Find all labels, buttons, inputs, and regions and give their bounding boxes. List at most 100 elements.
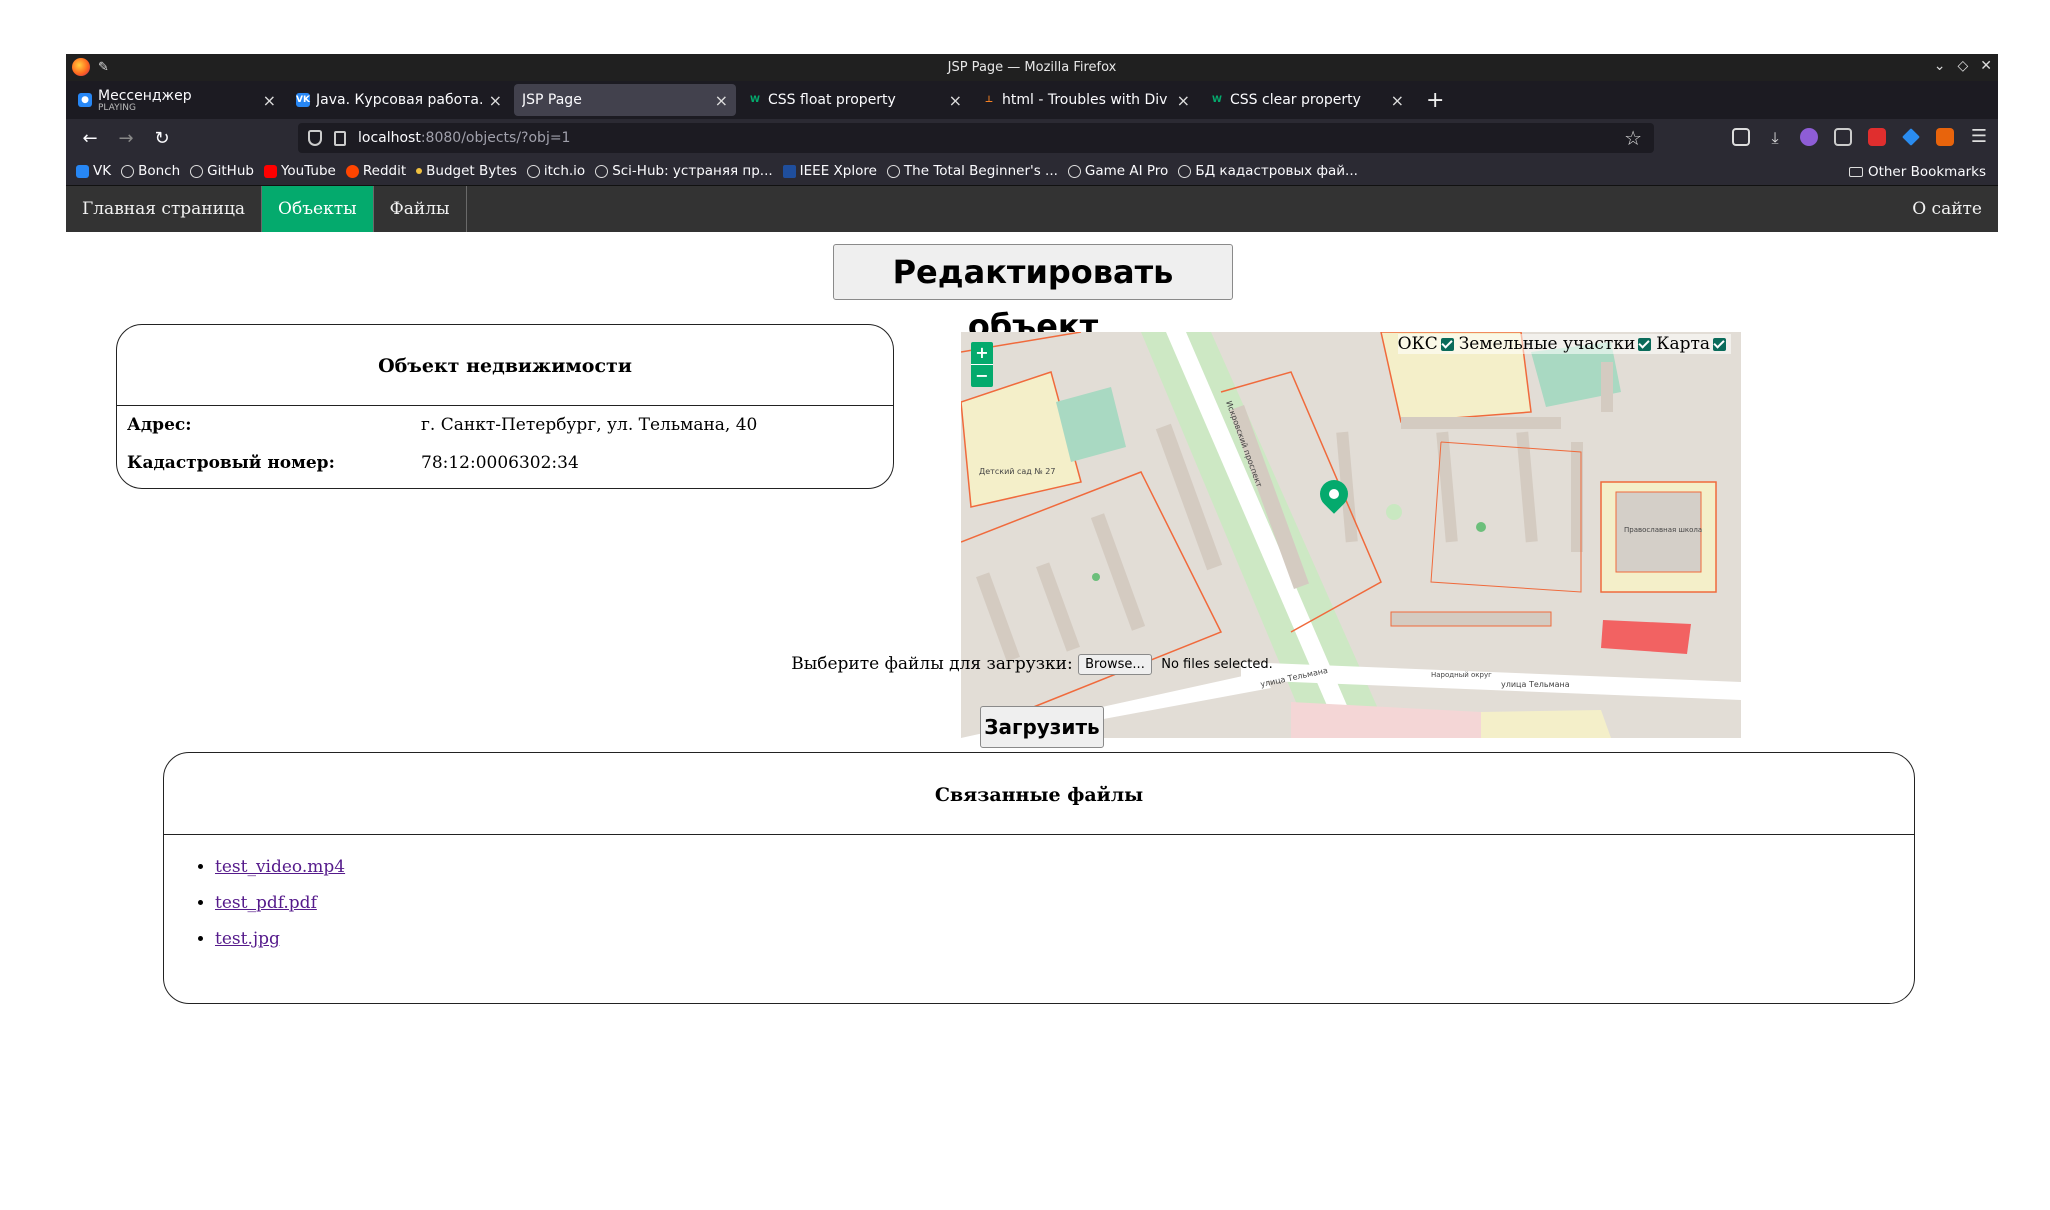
- layer-map-checkbox[interactable]: [1713, 337, 1726, 351]
- maximize-button[interactable]: ◇: [1957, 58, 1968, 74]
- back-button[interactable]: ←: [72, 128, 108, 149]
- nav-home[interactable]: Главная страница: [66, 186, 263, 232]
- nav-objects[interactable]: Объекты: [262, 186, 374, 232]
- bookmark-label: itch.io: [543, 163, 586, 179]
- globe-icon: [121, 164, 135, 178]
- layer-map-label: Карта: [1656, 334, 1710, 354]
- navigation-bar: ← → ↻ localhost:8080/objects/?obj=1 ☆ ⤓ …: [66, 119, 1998, 157]
- browse-button[interactable]: Browse...: [1078, 654, 1152, 675]
- bookmark-github[interactable]: GitHub: [190, 163, 254, 179]
- tab-playing-label: PLAYING: [98, 102, 136, 113]
- object-heading: Объект недвижимости: [117, 325, 893, 406]
- tab-jsp-page[interactable]: JSP Page ×: [514, 84, 736, 116]
- page-info-icon[interactable]: [334, 130, 346, 146]
- new-tab-button[interactable]: +: [1426, 88, 1444, 113]
- map-zoom-out-button[interactable]: −: [971, 365, 993, 387]
- object-row-cadastral: Кадастровый номер: 78:12:0006302:34: [117, 444, 893, 482]
- bookmark-label: IEEE Xplore: [799, 163, 877, 179]
- layer-land-checkbox[interactable]: [1638, 337, 1652, 351]
- map-label-street-2: улица Тельмана: [1501, 680, 1570, 689]
- bookmark-label: Game AI Pro: [1084, 163, 1169, 179]
- tab-close-icon[interactable]: ×: [489, 91, 502, 110]
- reload-button[interactable]: ↻: [144, 128, 180, 149]
- tab-messenger[interactable]: ● Мессенджер PLAYING ×: [70, 84, 284, 116]
- tab-label: html - Troubles with Div afte: [1002, 92, 1171, 108]
- bookmark-bonch[interactable]: Bonch: [121, 163, 180, 179]
- bookmark-cadastre-db[interactable]: БД кадастровых фай...: [1178, 163, 1358, 179]
- file-link[interactable]: test_video.mp4: [215, 857, 345, 877]
- pocket-icon[interactable]: [1732, 128, 1750, 146]
- globe-icon: [886, 164, 900, 178]
- layer-oks-checkbox[interactable]: [1440, 337, 1454, 351]
- github-icon: [190, 164, 204, 178]
- layer-land-label: Земельные участки: [1458, 334, 1636, 354]
- nav-files[interactable]: Файлы: [374, 186, 467, 232]
- map-zoom-control: + −: [971, 342, 993, 387]
- url-host: localhost: [358, 130, 421, 146]
- bookmark-budget-bytes[interactable]: Budget Bytes: [416, 163, 517, 179]
- file-link[interactable]: test_pdf.pdf: [215, 893, 317, 913]
- forward-button[interactable]: →: [108, 128, 144, 149]
- cadastral-key: Кадастровый номер:: [127, 453, 335, 473]
- bookmark-game-ai-pro[interactable]: Game AI Pro: [1067, 163, 1169, 179]
- bookmark-itch[interactable]: itch.io: [526, 163, 586, 179]
- list-item: test_pdf.pdf: [215, 893, 1914, 913]
- library-icon[interactable]: [1834, 128, 1852, 146]
- vk-icon: VK: [296, 93, 310, 107]
- title-bar: ✎ JSP Page — Mozilla Firefox ⌄ ◇ ✕: [66, 54, 1998, 81]
- tab-close-icon[interactable]: ×: [1391, 91, 1404, 110]
- file-link[interactable]: test.jpg: [215, 929, 280, 949]
- bookmark-label: YouTube: [280, 163, 336, 179]
- url-text[interactable]: localhost:8080/objects/?obj=1: [358, 130, 570, 146]
- close-window-button[interactable]: ✕: [1980, 58, 1992, 74]
- nav-about[interactable]: О сайте: [1912, 186, 1982, 232]
- other-bookmarks[interactable]: Other Bookmarks: [1848, 164, 1986, 180]
- map-zoom-in-button[interactable]: +: [971, 342, 993, 365]
- download-icon[interactable]: ⤓: [1766, 128, 1784, 147]
- object-info-table: Объект недвижимости Адрес: г. Санкт-Пете…: [116, 324, 894, 489]
- bookmark-youtube[interactable]: YouTube: [263, 163, 336, 179]
- map-tiles: Детский сад № 27 Православная школа улиц…: [961, 332, 1741, 738]
- bookmarks-bar: VK Bonch GitHub YouTube Reddit Budget By…: [66, 157, 1998, 186]
- tab-css-clear[interactable]: W CSS clear property ×: [1202, 84, 1412, 116]
- extension-orange-icon[interactable]: [1936, 128, 1954, 146]
- cadastral-value: 78:12:0006302:34: [421, 453, 579, 473]
- extension-blue-icon[interactable]: [1902, 128, 1920, 146]
- bookmark-scihub[interactable]: Sci-Hub: устраняя пр...: [595, 163, 773, 179]
- tab-stackoverflow[interactable]: ⊥ html - Troubles with Div afte ×: [974, 84, 1198, 116]
- tracking-shield-icon[interactable]: [308, 130, 322, 146]
- url-bar[interactable]: localhost:8080/objects/?obj=1 ☆: [298, 123, 1654, 153]
- site-navigation: Главная страница Объекты Файлы О сайте: [66, 186, 1998, 232]
- upload-status: No files selected.: [1161, 657, 1273, 672]
- tab-close-icon[interactable]: ×: [1177, 91, 1190, 110]
- window-title: JSP Page — Mozilla Firefox: [947, 60, 1117, 75]
- url-path: :8080/objects/?obj=1: [420, 130, 571, 146]
- related-files-table: Связанные файлы test_video.mp4 test_pdf.…: [163, 752, 1915, 1004]
- bookmark-star-icon[interactable]: ☆: [1624, 126, 1642, 150]
- tab-java-pdf[interactable]: VK Java. Курсовая работа.pdf ×: [288, 84, 510, 116]
- edit-object-button[interactable]: Редактировать объект: [833, 244, 1233, 345]
- extension-purple-icon[interactable]: [1800, 128, 1818, 146]
- upload-submit-button[interactable]: Загрузить: [980, 706, 1104, 748]
- globe-icon: [1067, 164, 1081, 178]
- tab-css-float[interactable]: W CSS float property ×: [740, 84, 970, 116]
- bookmark-vk[interactable]: VK: [76, 163, 111, 179]
- bookmark-label: БД кадастровых фай...: [1195, 163, 1358, 179]
- bookmark-ieee[interactable]: IEEE Xplore: [782, 163, 877, 179]
- bookmark-reddit[interactable]: Reddit: [345, 163, 406, 179]
- map-label-school: Православная школа: [1624, 526, 1702, 534]
- bookmark-total-beginner[interactable]: The Total Beginner's ...: [886, 163, 1058, 179]
- files-list: test_video.mp4 test_pdf.pdf test.jpg: [164, 857, 1914, 949]
- ublock-icon[interactable]: [1868, 128, 1886, 146]
- minimize-button[interactable]: ⌄: [1934, 58, 1946, 74]
- youtube-icon: [263, 164, 277, 178]
- tab-close-icon[interactable]: ×: [263, 91, 276, 110]
- vk-icon: [76, 164, 89, 178]
- tab-close-icon[interactable]: ×: [949, 91, 962, 110]
- tab-close-icon[interactable]: ×: [715, 91, 728, 110]
- address-key: Адрес:: [127, 415, 192, 435]
- map-view[interactable]: Детский сад № 27 Православная школа улиц…: [961, 332, 1741, 738]
- bookmark-label: The Total Beginner's ...: [903, 163, 1058, 179]
- upload-label: Выберите файлы для загрузки:: [791, 654, 1073, 674]
- menu-icon[interactable]: ☰: [1970, 128, 1988, 146]
